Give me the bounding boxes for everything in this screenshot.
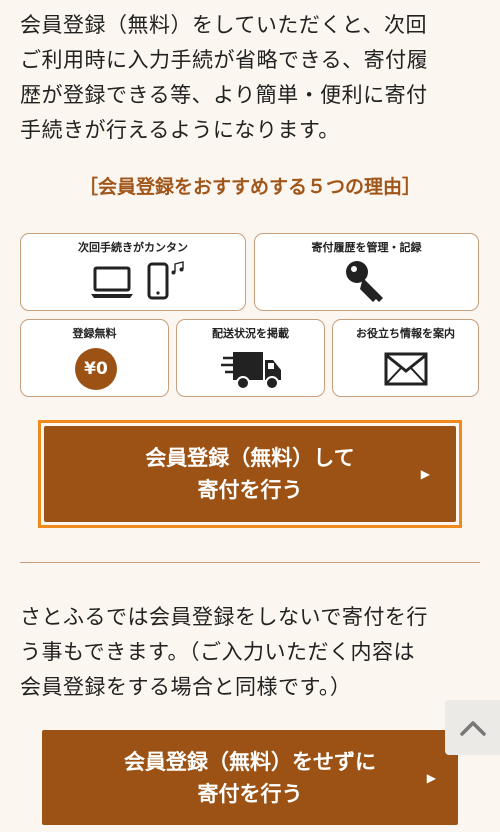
button-label-line: 会員登録（無料）をせずに (124, 749, 376, 774)
section-divider (20, 562, 480, 563)
reason-card-free: 登録無料 ¥0 (20, 319, 169, 397)
intro-text: 会員登録（無料）をしていただくと、次回 ご利用時に入力手続が省略できる、寄付履 … (20, 8, 490, 148)
chevron-up-icon (459, 720, 486, 736)
register-and-donate-button[interactable]: 会員登録（無料）して 寄付を行う ▶ (44, 426, 456, 522)
back-to-top-button[interactable] (445, 700, 500, 755)
reason-label: 次回手続きがカンタン (78, 241, 188, 254)
arrow-right-icon: ▶ (420, 467, 430, 481)
arrow-right-icon: ▶ (426, 770, 436, 785)
note-line: 会員登録をする場合と同様です。） (20, 675, 352, 699)
note-line: う事もできます。（ご入力いただく内容は (20, 640, 416, 664)
mail-icon (384, 352, 428, 386)
yen-zero-icon: ¥0 (75, 348, 117, 390)
intro-line: ご利用時に入力手続が省略できる、寄付履 (20, 48, 429, 72)
button-label-line: 会員登録（無料）して (145, 446, 355, 470)
reasons-title: ［会員登録をおすすめする５つの理由］ (78, 176, 421, 198)
reason-card-shipping: 配送状況を掲載 (176, 319, 325, 397)
laptop-phone-icon (91, 261, 184, 300)
reason-card-info: お役立ち情報を案内 (332, 319, 479, 397)
intro-line: 手続きが行えるようになります。 (20, 118, 340, 142)
reason-label: 寄付履歴を管理・記録 (311, 241, 422, 254)
intro-line: 歴が登録できる等、より簡単・便利に寄付 (20, 83, 428, 107)
note-line: さとふるでは会員登録をしないで寄付を行 (20, 605, 428, 629)
donate-without-register-button[interactable]: 会員登録（無料）をせずに 寄付を行う ▶ (42, 730, 458, 825)
button-label-line: 寄付を行う (197, 478, 303, 502)
reason-card-history: 寄付履歴を管理・記録 (254, 233, 479, 311)
intro-line: 会員登録（無料）をしていただくと、次回 (20, 13, 428, 37)
reason-card-easy-next-time: 次回手続きがカンタン (20, 233, 246, 311)
guest-note-text: さとふるでは会員登録をしないで寄付を行 う事もできます。（ご入力いただく内容は … (20, 600, 486, 705)
key-icon (346, 261, 383, 302)
reason-label: 配送状況を掲載 (212, 327, 289, 340)
register-button-focus-ring: 会員登録（無料）して 寄付を行う ▶ (38, 420, 462, 528)
delivery-truck-icon (221, 352, 281, 390)
button-label-line: 寄付を行う (197, 781, 303, 806)
reason-label: お役立ち情報を案内 (356, 327, 455, 340)
reason-label: 登録無料 (72, 327, 117, 340)
